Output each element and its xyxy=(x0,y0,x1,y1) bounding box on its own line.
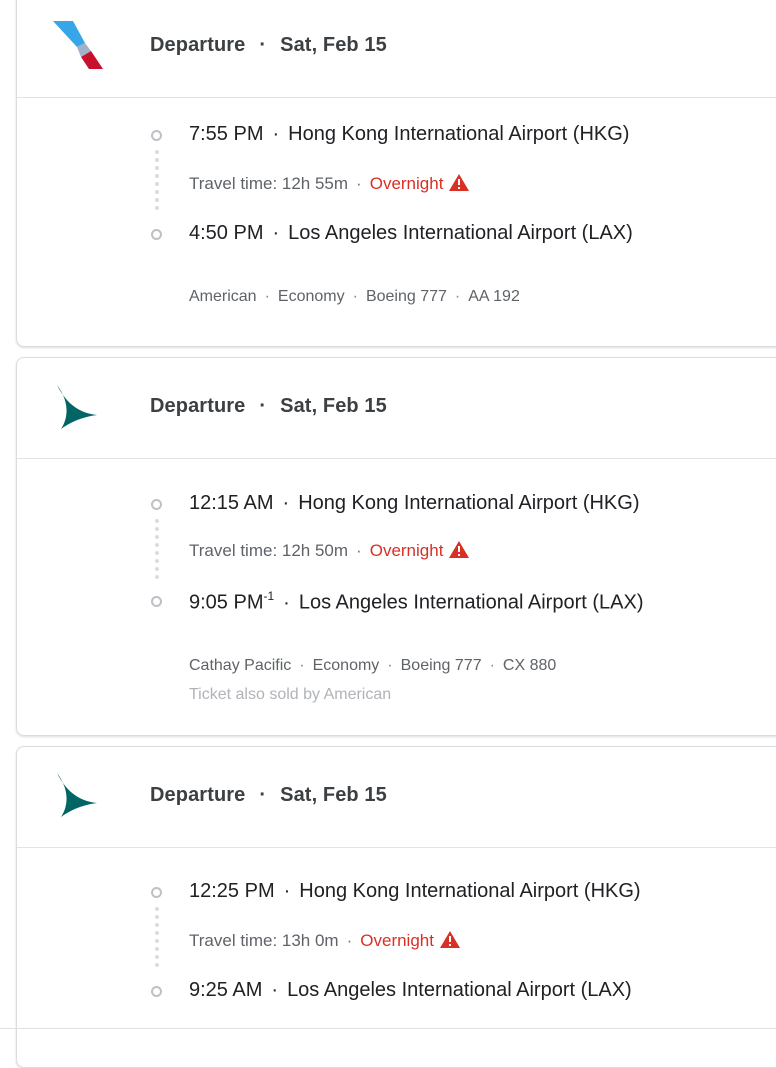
travel-time: Travel time: 12h 55m xyxy=(189,174,349,193)
departure-row: 7:55 PM · Hong Kong International Airport … xyxy=(189,123,630,145)
arrive-time: 4:50 PM xyxy=(189,222,264,244)
departure-date: Sat, Feb 15 xyxy=(280,784,387,806)
flight-card[interactable]: Departure · Sat, Feb 15 7:55 PM · Hong Kong … xyxy=(16,0,776,347)
aircraft-type: Boeing 777 xyxy=(400,657,482,674)
divider xyxy=(0,1028,776,1029)
departure-row: 12:15 AM · Hong Kong International Airport… xyxy=(189,492,640,514)
itinerary-dots xyxy=(155,150,159,214)
stop-circle-icon xyxy=(151,130,162,141)
stop-circle-icon xyxy=(151,499,162,510)
depart-time: 7:55 PM xyxy=(189,123,264,145)
arrive-time: 9:25 AM xyxy=(189,979,263,1001)
depart-airport: Hong Kong International Airport (HKG) xyxy=(298,492,640,514)
airline-name: Cathay Pacific xyxy=(189,657,292,674)
arrival-row: 4:50 PM · Los Angeles International Airpor… xyxy=(189,222,633,244)
departure-date: Sat, Feb 15 xyxy=(280,34,387,56)
warning-icon xyxy=(449,541,470,558)
travel-time: Travel time: 13h 0m xyxy=(189,931,339,950)
departure-date: Sat, Feb 15 xyxy=(280,395,387,417)
flight-card[interactable]: Departure · Sat, Feb 15 12:15 AM · Hong Kong… xyxy=(16,357,776,736)
flight-card-header[interactable]: Departure · Sat, Feb 15 xyxy=(17,747,776,848)
arrive-time: 9:05 PM xyxy=(189,591,264,614)
flight-card[interactable]: Departure · Sat, Feb 15 12:25 PM · Hong Kong… xyxy=(16,746,776,1068)
stop-circle-icon xyxy=(151,596,162,607)
depart-airport: Hong Kong International Airport (HKG) xyxy=(299,880,641,902)
cathay-pacific-logo xyxy=(55,771,109,827)
flight-card-header[interactable]: Departure · Sat, Feb 15 xyxy=(17,358,776,459)
overnight-label: Overnight xyxy=(369,541,444,560)
arrive-airport: Los Angeles International Airport (LAX) xyxy=(288,222,633,244)
warning-icon xyxy=(439,931,460,948)
flight-card-header[interactable]: Departure · Sat, Feb 15 xyxy=(17,0,776,98)
travel-time-row: Travel time: 12h 55m · Overnight xyxy=(189,174,470,194)
cathay-pacific-logo xyxy=(55,383,109,439)
arrive-airport: Los Angeles International Airport (LAX) xyxy=(287,979,632,1001)
flight-details: Cathay Pacific · Economy · Boeing 777 · CX 880 xyxy=(189,657,557,674)
flight-card-title: Departure · Sat, Feb 15 xyxy=(150,784,387,806)
arrive-airport: Los Angeles International Airport (LAX) xyxy=(298,591,644,614)
warning-icon xyxy=(449,174,470,191)
itinerary-dots xyxy=(155,907,159,971)
flight-details: American · Economy · Boeing 777 · AA 192 xyxy=(189,288,520,305)
cabin-class: Economy xyxy=(277,288,345,305)
travel-time-row: Travel time: 13h 0m · Overnight xyxy=(189,931,460,951)
stop-circle-icon xyxy=(151,229,162,240)
overnight-label: Overnight xyxy=(369,174,444,193)
stop-circle-icon xyxy=(151,986,162,997)
airline-name: American xyxy=(189,288,257,305)
arrival-row: 9:05 PM-1 · Los Angeles International Airp… xyxy=(189,589,644,614)
travel-time: Travel time: 12h 50m xyxy=(189,541,349,560)
stop-circle-icon xyxy=(151,887,162,898)
travel-time-row: Travel time: 12h 50m · Overnight xyxy=(189,541,470,561)
separator: · xyxy=(259,34,267,56)
aircraft-type: Boeing 777 xyxy=(365,288,447,305)
flight-card-title: Departure · Sat, Feb 15 xyxy=(150,395,387,417)
departure-label: Departure xyxy=(150,784,246,806)
ticket-sold-by: Ticket also sold by American xyxy=(189,686,392,703)
departure-label: Departure xyxy=(150,395,246,417)
arrival-row: 9:25 AM · Los Angeles International Airpor… xyxy=(189,979,632,1001)
depart-time: 12:25 PM xyxy=(189,880,275,902)
american-airlines-logo xyxy=(51,19,105,75)
overnight-label: Overnight xyxy=(360,931,434,950)
departure-row: 12:25 PM · Hong Kong International Airport… xyxy=(189,880,641,902)
flight-number: AA 192 xyxy=(468,288,520,305)
depart-airport: Hong Kong International Airport (HKG) xyxy=(288,123,630,145)
departure-label: Departure xyxy=(150,34,246,56)
depart-time: 12:15 AM xyxy=(189,492,274,514)
flight-number: CX 880 xyxy=(502,657,557,674)
itinerary-dots xyxy=(155,519,159,583)
flight-card-title: Departure · Sat, Feb 15 xyxy=(150,34,387,57)
arrive-day-offset: -1 xyxy=(263,589,275,603)
cabin-class: Economy xyxy=(312,657,380,674)
